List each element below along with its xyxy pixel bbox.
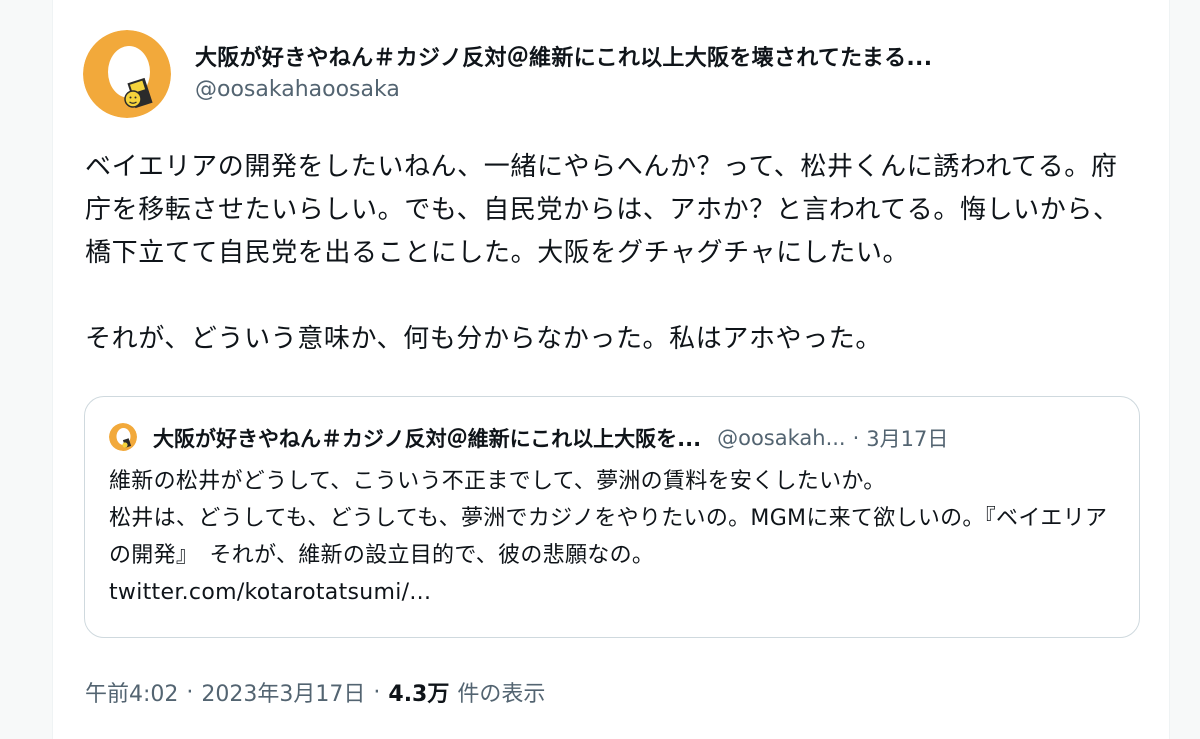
author-avatar[interactable] [83, 30, 171, 118]
quoted-author-name: 大阪が好きやねん＃カジノ反対＠維新にこれ以上大阪を... [153, 427, 702, 451]
tweet-paragraph: それが、どういう意味か、何も分からなかった。私はアホやった。 [85, 324, 882, 354]
quoted-tweet-line: 維新の松井がどうして、こういう不正までして、夢洲の賃料を安くしたいか。 [109, 469, 886, 494]
quoted-tweet-line: 松井は、どうしても、どうしても、夢洲でカジノをやりたいの。MGMに来て欲しいの。… [109, 506, 1108, 568]
views-count: 4.3万 [388, 682, 450, 707]
quoted-tweet[interactable]: 大阪が好きやねん＃カジノ反対＠維新にこれ以上大阪を... @oosakah...… [84, 396, 1140, 638]
egg-character-avatar-icon [83, 30, 171, 118]
quoted-author-handle: @oosakah... [717, 426, 846, 450]
author-handle[interactable]: @oosakahaoosaka [195, 77, 400, 102]
tweet-body: ベイエリアの開発をしたいねん、一緒にやらへんか？って、松井くんに誘われてる。府庁… [85, 146, 1135, 361]
quoted-tweet-link[interactable]: twitter.com/kotarotatsumi/... [109, 574, 1109, 611]
views-label: 件の表示 [457, 682, 546, 707]
tweet-date[interactable]: 2023年3月17日 [201, 676, 365, 708]
quoted-tweet-date: 3月17日 [866, 427, 949, 451]
egg-character-avatar-icon [109, 423, 137, 451]
separator-dot: · [186, 679, 194, 705]
tweet-card: 大阪が好きやねん＃カジノ反対＠維新にこれ以上大阪を壊されてたまる... @oos… [52, 0, 1170, 739]
quoted-author-avatar [109, 423, 137, 451]
tweet-meta: 午前4:02 · 2023年3月17日 · 4.3万 件の表示 [85, 676, 545, 708]
tweet-time[interactable]: 午前4:02 [85, 676, 178, 708]
quoted-tweet-header: 大阪が好きやねん＃カジノ反対＠維新にこれ以上大阪を... @oosakah...… [153, 423, 1115, 453]
tweet-paragraph: ベイエリアの開発をしたいねん、一緒にやらへんか？って、松井くんに誘われてる。府庁… [85, 152, 1120, 268]
quoted-tweet-body: 維新の松井がどうして、こういう不正までして、夢洲の賃料を安くしたいか。 松井は、… [109, 463, 1109, 611]
author-display-name[interactable]: 大阪が好きやねん＃カジノ反対＠維新にこれ以上大阪を壊されてたまる... [195, 40, 932, 72]
separator-dot: · [852, 426, 860, 450]
separator-dot: · [373, 679, 381, 705]
